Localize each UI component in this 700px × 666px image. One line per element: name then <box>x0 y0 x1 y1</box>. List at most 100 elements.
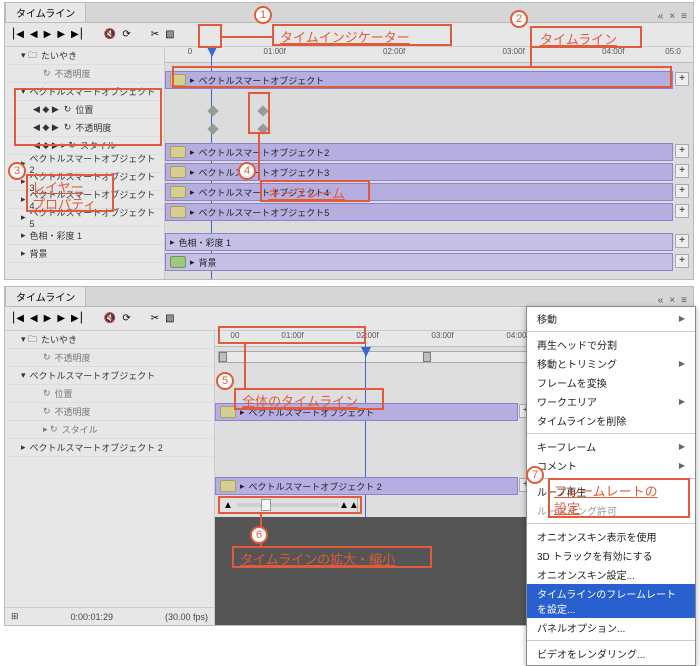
time-ruler[interactable]: 0 01:00f 02:00f 03:00f 04:00f 05:0 <box>165 47 693 63</box>
goto-start-icon[interactable]: ⎮◀ <box>11 313 24 324</box>
menu-icon[interactable]: ≡ <box>681 11 687 22</box>
keyframe-dot[interactable] <box>207 105 218 116</box>
tab-timeline[interactable]: タイムライン <box>5 2 86 22</box>
scissors-icon[interactable]: ✂ <box>151 313 159 324</box>
add-clip-button[interactable]: + <box>675 144 689 158</box>
status-row: ⊞ 0:00:01:29 (30.00 fps) <box>5 607 214 625</box>
layer-list-top: ▾ 🗀たいやき ↻不透明度 ▾ベクトルスマートオブジェクト ◀ ◆ ▶ ↻位置 … <box>5 47 165 279</box>
play-icon[interactable]: ▶ <box>44 313 52 324</box>
annotation-cti-box <box>198 24 222 48</box>
layer-root[interactable]: ▾ 🗀たいやき <box>5 47 164 65</box>
layer-vso2[interactable]: ▸ベクトルスマートオブジェクト 2 <box>5 439 214 457</box>
loop-icon[interactable]: ⟳ <box>122 29 130 40</box>
annotation-label-4: キーフレーム <box>268 183 345 202</box>
annotation-badge-7: 7 <box>526 466 544 484</box>
layer-root[interactable]: ▾ 🗀たいやき <box>5 331 214 349</box>
track-hue[interactable]: ▸色相・彩度 1 <box>165 233 673 251</box>
next-frame-icon[interactable]: ▶︎ <box>57 313 65 324</box>
menu-item[interactable]: 再生ヘッドで分割 <box>527 335 695 354</box>
annotation-label-5: 全体のタイムライン <box>242 391 358 410</box>
layer-hue[interactable]: ▸色相・彩度 1 <box>5 227 164 245</box>
track-vso5[interactable]: ▸ベクトルスマートオブジェクト5 <box>165 203 673 221</box>
annotation-props-box <box>14 88 162 146</box>
annotation-label-6: タイムラインの拡大・縮小 <box>240 549 395 568</box>
layer-bg[interactable]: ▸背景 <box>5 245 164 263</box>
annotation-zoom-box <box>218 496 362 514</box>
annotation-arrow-1 <box>222 36 272 38</box>
menu-item[interactable]: コメント▶ <box>527 456 695 475</box>
annotation-label-3b: プロパティ <box>32 194 96 213</box>
menu-item[interactable]: オニオンスキン表示を使用 <box>527 527 695 546</box>
work-area-end[interactable] <box>423 352 431 362</box>
annotation-label-1: タイムインジケーター <box>280 27 410 46</box>
annotation-badge-4: 4 <box>238 162 256 180</box>
annotation-arrow-5 <box>244 344 246 388</box>
transition-icon[interactable]: ▧ <box>165 313 174 324</box>
prev-frame-icon[interactable]: ◀︎ <box>30 29 38 40</box>
track-vso2[interactable]: ▸ベクトルスマートオブジェクト 2 <box>215 477 518 495</box>
current-time: 0:00:01:29 <box>70 612 113 622</box>
layer-vso1[interactable]: ▾ベクトルスマートオブジェクト <box>5 367 214 385</box>
menu-icon[interactable]: ≡ <box>681 295 687 306</box>
keyframe-dot[interactable] <box>207 123 218 134</box>
annotation-workarea-box <box>218 326 366 344</box>
annotation-badge-6: 6 <box>250 526 268 544</box>
annotation-arrow-4 <box>258 134 260 180</box>
tab-row: タイムライン « × ≡ <box>5 3 693 23</box>
annotation-badge-5: 5 <box>216 372 234 390</box>
prop-opacity[interactable]: ↻不透明度 <box>5 403 214 421</box>
layer-opacity[interactable]: ↻不透明度 <box>5 349 214 367</box>
add-clip-button[interactable]: + <box>675 184 689 198</box>
scissors-icon[interactable]: ✂ <box>151 29 159 40</box>
close-icon[interactable]: × <box>669 11 675 22</box>
goto-start-icon[interactable]: ⎮◀ <box>11 29 24 40</box>
fps-display: (30.00 fps) <box>165 612 208 622</box>
work-area-start[interactable] <box>219 352 227 362</box>
add-clip-button[interactable]: + <box>675 254 689 268</box>
tab-row: タイムライン « × ≡ <box>5 287 693 307</box>
menu-item[interactable]: キーフレーム▶ <box>527 437 695 456</box>
prev-frame-icon[interactable]: ◀︎ <box>30 313 38 324</box>
chevrons-icon[interactable]: « <box>658 295 664 306</box>
layer-opacity[interactable]: ↻不透明度 <box>5 65 164 83</box>
track-bg[interactable]: ▸背景 <box>165 253 673 271</box>
close-icon[interactable]: × <box>669 295 675 306</box>
next-frame-icon[interactable]: ▶︎ <box>57 29 65 40</box>
menu-item[interactable]: フレームを変換 <box>527 373 695 392</box>
menu-item[interactable]: 移動とトリミング▶ <box>527 354 695 373</box>
annotation-badge-2: 2 <box>510 10 528 28</box>
menu-item[interactable]: オニオンスキン設定... <box>527 565 695 584</box>
transition-icon[interactable]: ▧ <box>165 29 174 40</box>
mute-icon[interactable]: 🔇 <box>104 313 116 324</box>
play-icon[interactable]: ▶ <box>44 29 52 40</box>
annotation-timeline-box <box>172 66 672 88</box>
frames-icon[interactable]: ⊞ <box>11 611 19 622</box>
annotation-badge-1: 1 <box>254 6 272 24</box>
menu-item[interactable]: タイムラインを削除 <box>527 411 695 430</box>
add-clip-button[interactable]: + <box>675 72 689 86</box>
prop-style[interactable]: ▸ ↻スタイル <box>5 421 214 439</box>
menu-item[interactable]: パネルオプション... <box>527 618 695 637</box>
menu-item[interactable]: ビデオをレンダリング... <box>527 644 695 663</box>
annotation-label-2: タイムライン <box>540 29 617 48</box>
loop-icon[interactable]: ⟳ <box>122 313 130 324</box>
annotation-kf-box <box>248 92 270 134</box>
menu-item[interactable]: 移動▶ <box>527 309 695 328</box>
annotation-badge-3: 3 <box>8 162 26 180</box>
layer-list-bottom: ▾ 🗀たいやき ↻不透明度 ▾ベクトルスマートオブジェクト ↻位置 ↻不透明度 … <box>5 331 215 625</box>
prop-position[interactable]: ↻位置 <box>5 385 214 403</box>
menu-item[interactable]: ワークエリア▶ <box>527 392 695 411</box>
chevrons-icon[interactable]: « <box>658 11 664 22</box>
track-vso4[interactable]: ▸ベクトルスマートオブジェクト4 <box>165 183 673 201</box>
add-clip-button[interactable]: + <box>675 164 689 178</box>
menu-item[interactable]: タイムラインのフレームレートを設定... <box>527 584 695 618</box>
menu-item[interactable]: 3D トラックを有効にする <box>527 546 695 565</box>
goto-end-icon[interactable]: ▶⎮ <box>71 313 84 324</box>
mute-icon[interactable]: 🔇 <box>104 29 116 40</box>
tab-timeline[interactable]: タイムライン <box>5 286 86 306</box>
add-clip-button[interactable]: + <box>675 204 689 218</box>
annotation-arrow-2 <box>530 48 532 66</box>
track-vso2[interactable]: ▸ベクトルスマートオブジェクト2 <box>165 143 673 161</box>
goto-end-icon[interactable]: ▶⎮ <box>71 29 84 40</box>
add-clip-button[interactable]: + <box>675 234 689 248</box>
